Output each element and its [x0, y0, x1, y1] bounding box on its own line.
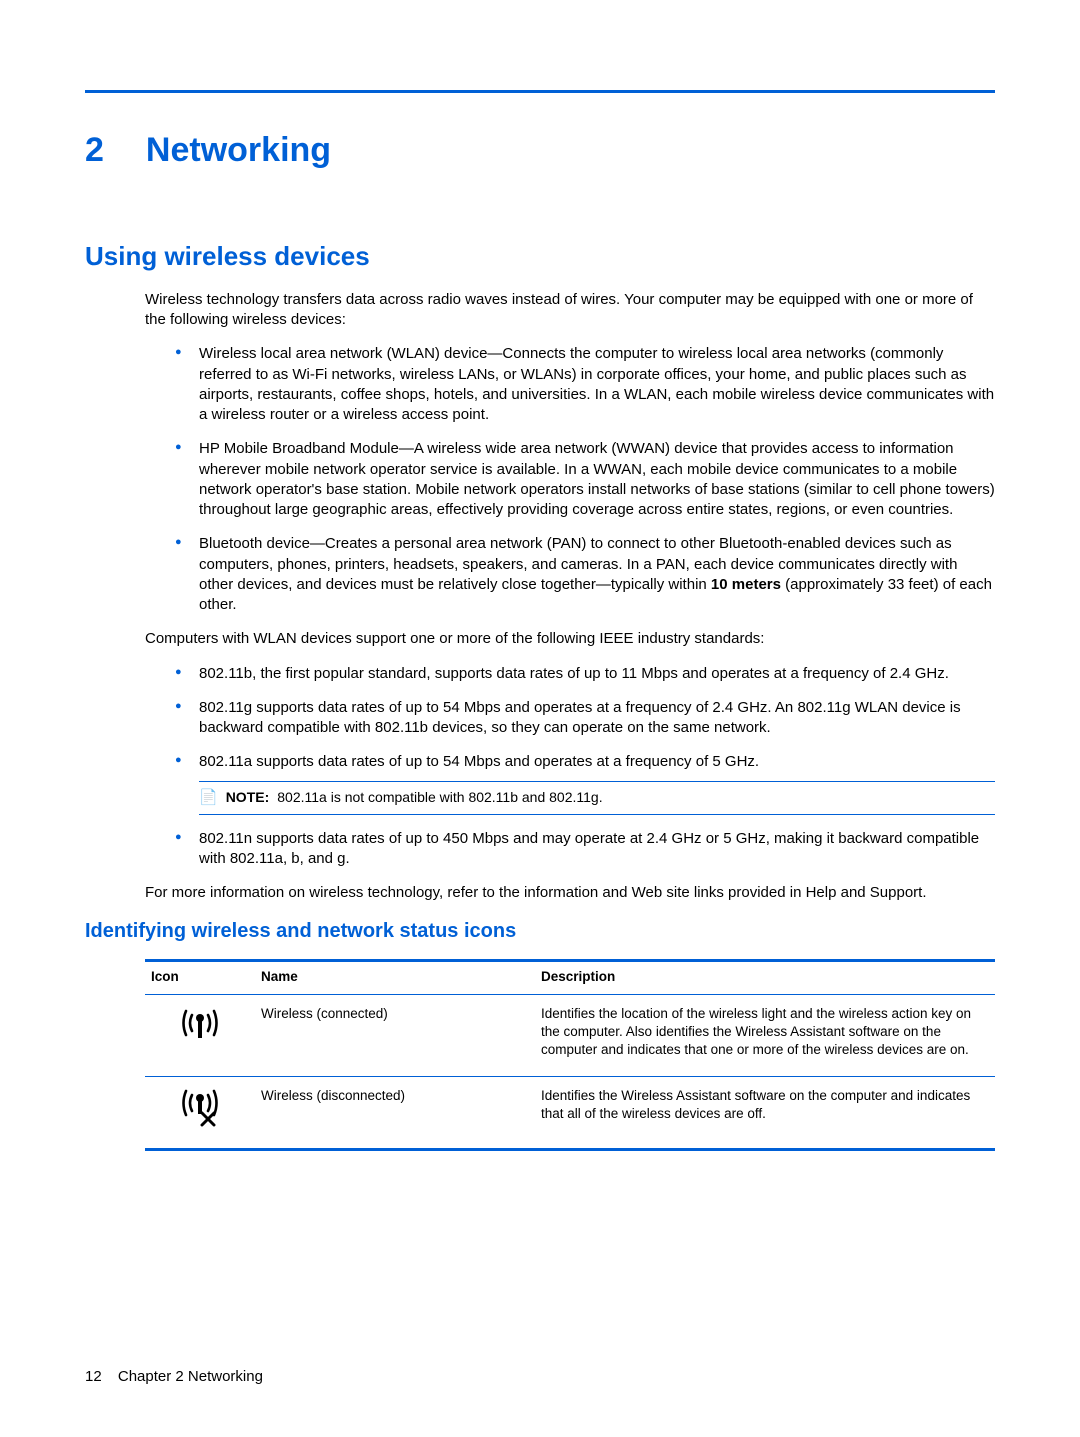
page-footer: 12 Chapter 2 Networking	[85, 1367, 263, 1387]
wireless-connected-icon	[176, 1001, 224, 1045]
body-content: Wireless technology transfers data acros…	[145, 290, 995, 904]
ieee-a: 802.11a supports data rates of up to 54 …	[199, 753, 759, 770]
bt-bold: 10 meters	[711, 576, 781, 593]
table-row: Wireless (disconnected) Identifies the W…	[145, 1076, 995, 1149]
subsection-heading: Identifying wireless and network status …	[85, 918, 995, 945]
chapter-title: Networking	[146, 128, 331, 174]
name-cell: Wireless (disconnected)	[255, 1076, 535, 1149]
list-item: Bluetooth device—Creates a personal area…	[175, 534, 995, 615]
icon-cell	[145, 1076, 255, 1149]
ieee-intro: Computers with WLAN devices support one …	[145, 629, 995, 649]
page-number: 12	[85, 1368, 102, 1385]
list-item: 802.11g supports data rates of up to 54 …	[175, 698, 995, 739]
intro-paragraph: Wireless technology transfers data acros…	[145, 290, 995, 331]
list-item: HP Mobile Broadband Module—A wireless wi…	[175, 439, 995, 520]
chapter-heading: 2 Networking	[85, 128, 995, 174]
footer-chapter: Chapter 2 Networking	[118, 1368, 263, 1385]
th-icon: Icon	[145, 960, 255, 994]
chapter-number: 2	[85, 128, 104, 174]
list-item: 802.11b, the first popular standard, sup…	[175, 664, 995, 684]
note-text: 802.11a is not compatible with 802.11b a…	[277, 788, 602, 807]
note-box: 📄 NOTE: 802.11a is not compatible with 8…	[199, 781, 995, 815]
wireless-disconnected-icon	[176, 1083, 224, 1127]
table-header-row: Icon Name Description	[145, 960, 995, 994]
top-rule	[85, 90, 995, 93]
icon-cell	[145, 994, 255, 1076]
table-block: Icon Name Description	[145, 959, 995, 1151]
note-icon: 📄	[199, 788, 218, 808]
table-row: Wireless (connected) Identifies the loca…	[145, 994, 995, 1076]
list-item: Wireless local area network (WLAN) devic…	[175, 344, 995, 425]
ieee-list: 802.11b, the first popular standard, sup…	[175, 664, 995, 870]
device-list: Wireless local area network (WLAN) devic…	[175, 344, 995, 615]
desc-cell: Identifies the location of the wireless …	[535, 994, 995, 1076]
name-cell: Wireless (connected)	[255, 994, 535, 1076]
more-info: For more information on wireless technol…	[145, 883, 995, 903]
note-label: NOTE:	[226, 788, 270, 807]
desc-cell: Identifies the Wireless Assistant softwa…	[535, 1076, 995, 1149]
list-item: 802.11a supports data rates of up to 54 …	[175, 752, 995, 815]
th-desc: Description	[535, 960, 995, 994]
list-item: 802.11n supports data rates of up to 450…	[175, 829, 995, 870]
th-name: Name	[255, 960, 535, 994]
section-heading: Using wireless devices	[85, 239, 995, 274]
icon-table: Icon Name Description	[145, 959, 995, 1151]
